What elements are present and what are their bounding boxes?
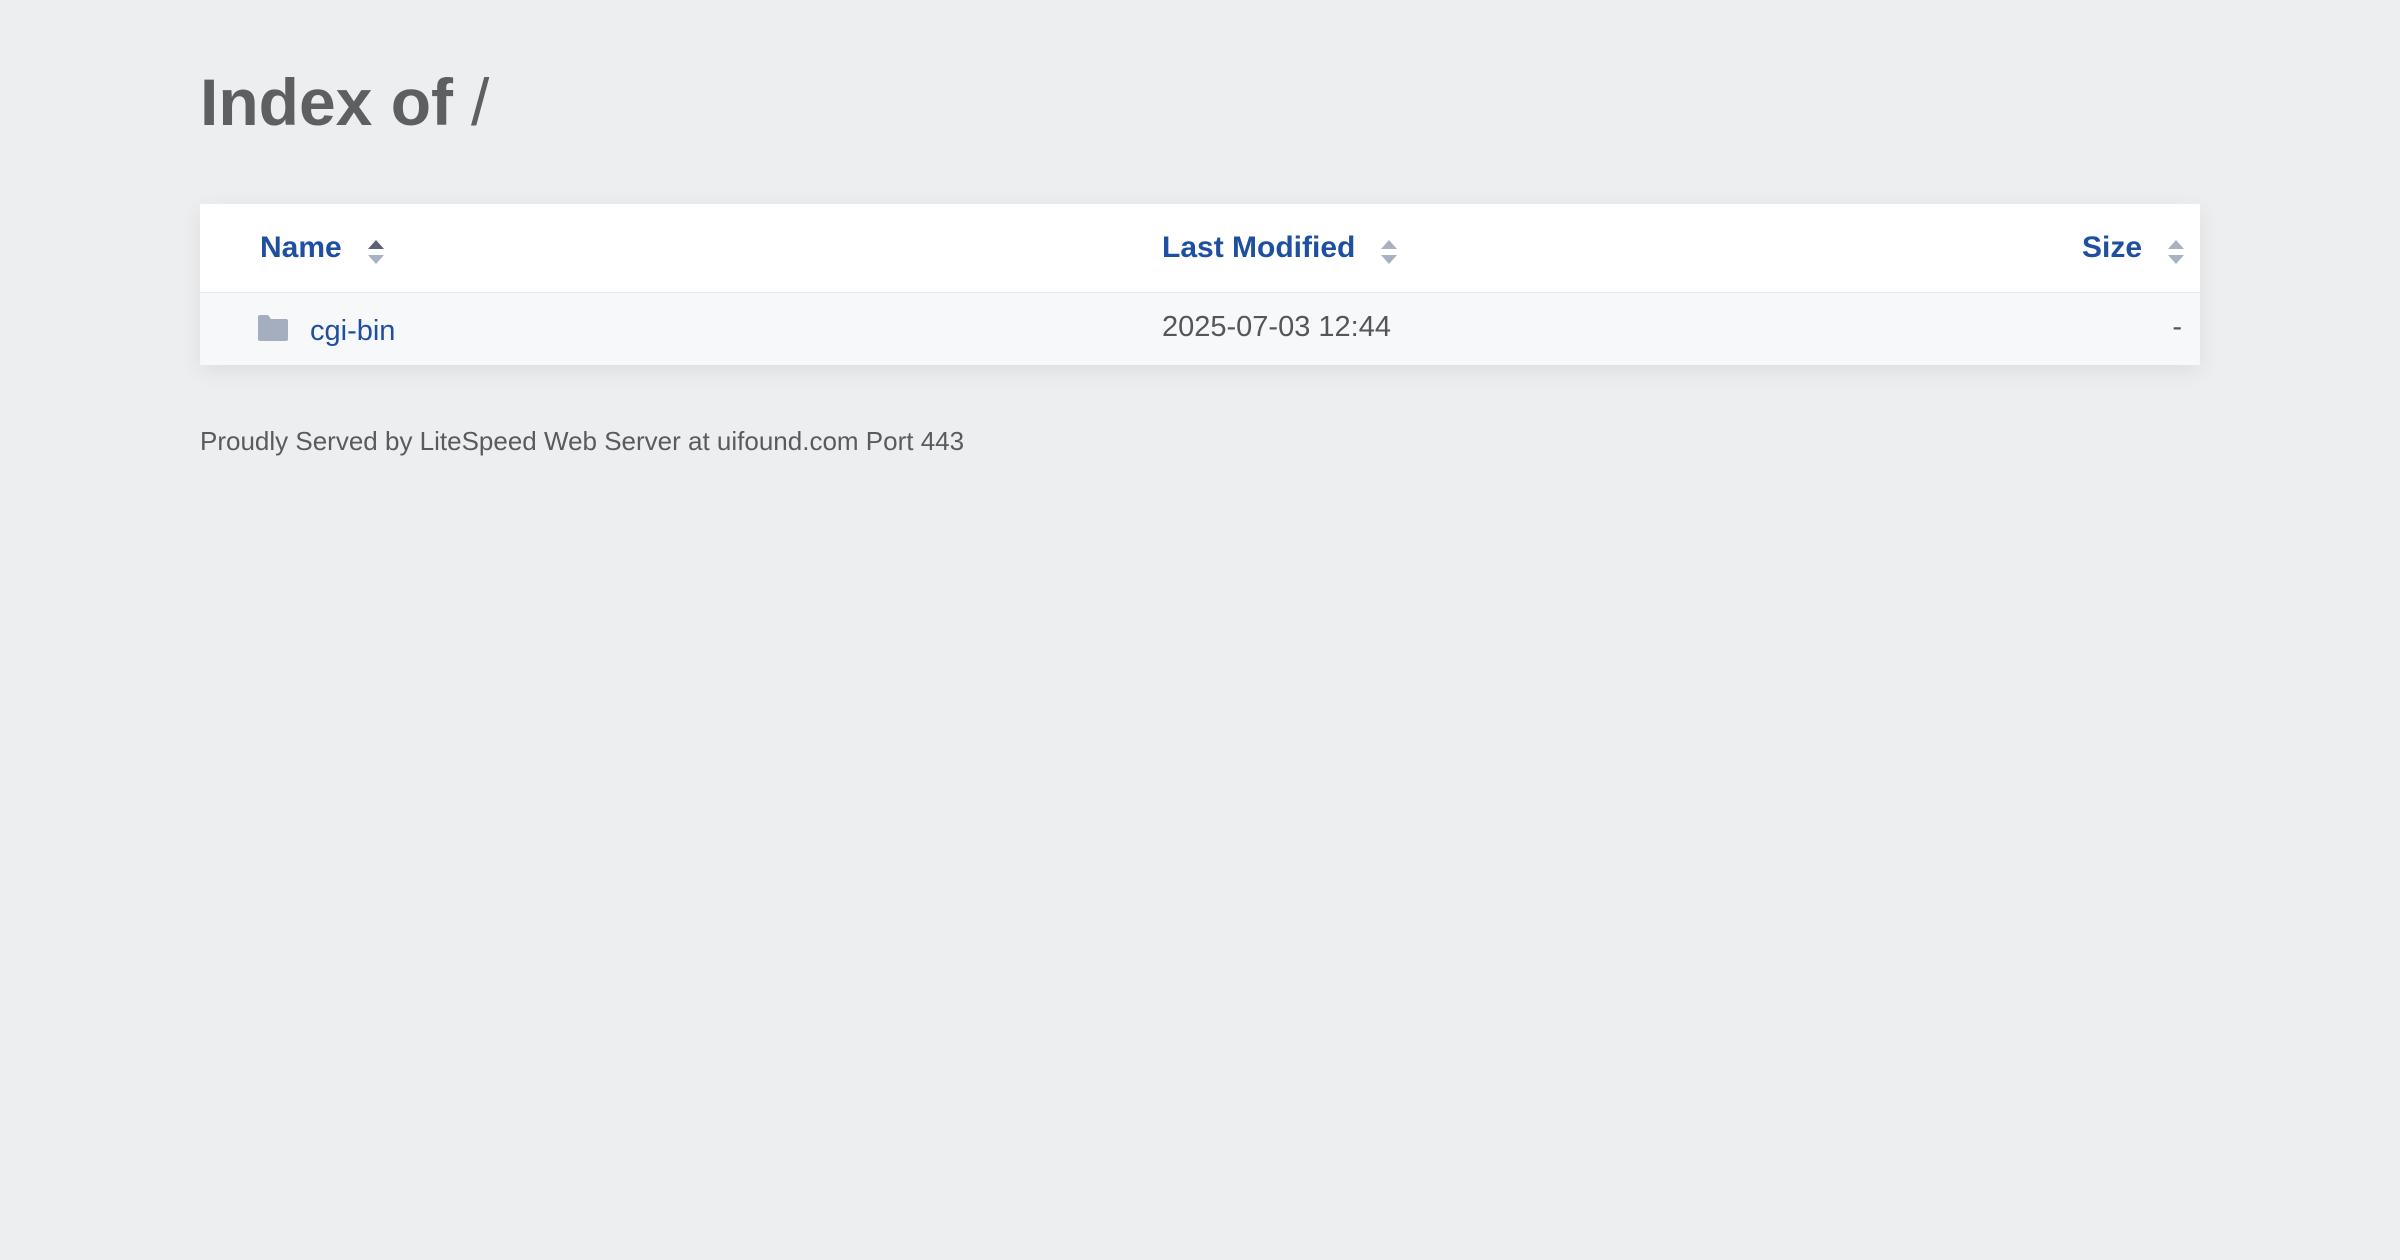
column-header-name-label: Name — [260, 231, 342, 264]
page-title: Index of / — [200, 64, 489, 140]
directory-table: Name Last Modified Size cgi-bin 2025-07-… — [200, 204, 2200, 365]
column-header-last-modified[interactable]: Last Modified — [1162, 204, 1398, 292]
table-row: cgi-bin 2025-07-03 12:44 - — [200, 293, 2200, 365]
sort-icon — [1381, 240, 1398, 264]
column-header-last-modified-label: Last Modified — [1162, 231, 1356, 264]
server-footer: Proudly Served by LiteSpeed Web Server a… — [200, 426, 965, 456]
row-name-cell[interactable]: cgi-bin — [256, 293, 395, 365]
table-header: Name Last Modified Size — [200, 204, 2200, 293]
column-header-size[interactable]: Size — [2082, 204, 2184, 292]
sort-icon — [2168, 240, 2184, 264]
row-name-link[interactable]: cgi-bin — [310, 315, 395, 348]
row-last-modified: 2025-07-03 12:44 — [1162, 311, 1391, 343]
sort-icon — [367, 240, 384, 264]
column-header-name[interactable]: Name — [260, 204, 384, 292]
folder-icon — [256, 314, 290, 342]
column-header-size-label: Size — [2081, 231, 2142, 264]
page-title-path: / — [471, 65, 490, 139]
page-title-label: Index of — [200, 65, 454, 139]
row-size: - — [2172, 311, 2182, 343]
